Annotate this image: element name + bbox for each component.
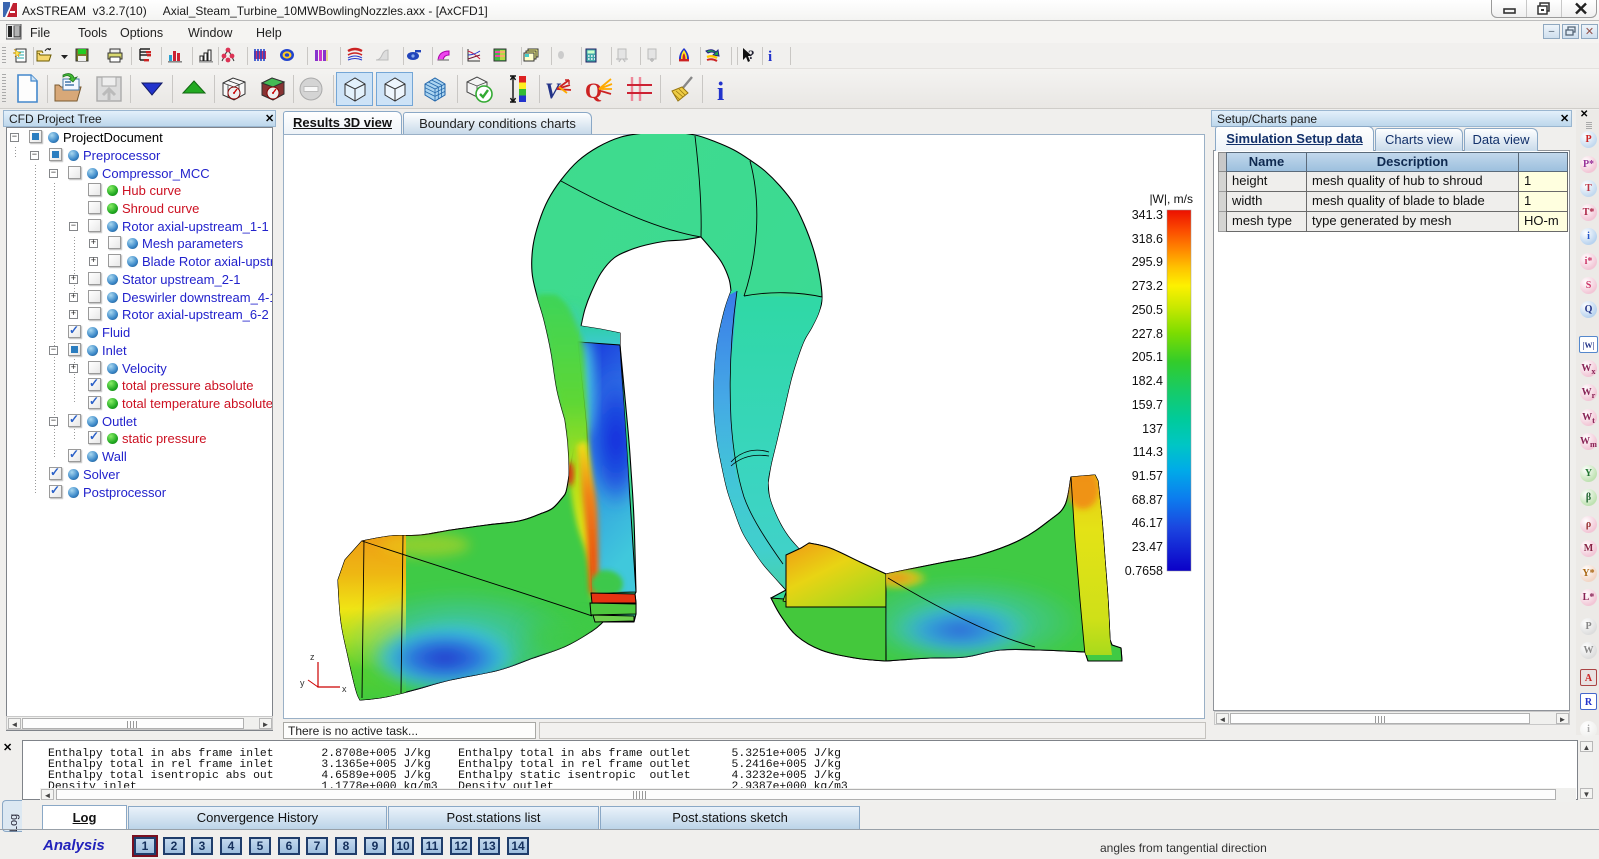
svg-text:V: V — [545, 78, 562, 103]
svg-text:182.4: 182.4 — [1132, 374, 1163, 388]
svg-text:91.57: 91.57 — [1132, 469, 1163, 483]
svg-text:295.9: 295.9 — [1132, 255, 1163, 269]
svg-text:y: y — [300, 678, 305, 688]
svg-text:?: ? — [748, 47, 755, 62]
svg-text:z: z — [310, 652, 315, 662]
svg-text:227.8: 227.8 — [1132, 327, 1163, 341]
svg-text:23.47: 23.47 — [1132, 540, 1163, 554]
svg-text:0.7658: 0.7658 — [1125, 564, 1163, 578]
svg-text:i: i — [768, 49, 772, 65]
svg-text:46.17: 46.17 — [1132, 516, 1163, 530]
svg-text:205.1: 205.1 — [1132, 350, 1163, 364]
svg-text:Q: Q — [585, 78, 602, 103]
svg-text:341.3: 341.3 — [1132, 208, 1163, 222]
svg-text:68.87: 68.87 — [1132, 493, 1163, 507]
svg-text:114.3: 114.3 — [1133, 445, 1163, 459]
svg-text:x: x — [342, 684, 347, 694]
svg-text:159.7: 159.7 — [1132, 398, 1163, 412]
svg-text:i: i — [717, 77, 724, 105]
svg-text:137: 137 — [1142, 422, 1163, 436]
svg-text:250.5: 250.5 — [1132, 303, 1163, 317]
svg-text:318.6: 318.6 — [1132, 232, 1163, 246]
svg-text:273.2: 273.2 — [1132, 279, 1163, 293]
svg-text:|W|, m/s: |W|, m/s — [1149, 192, 1193, 206]
